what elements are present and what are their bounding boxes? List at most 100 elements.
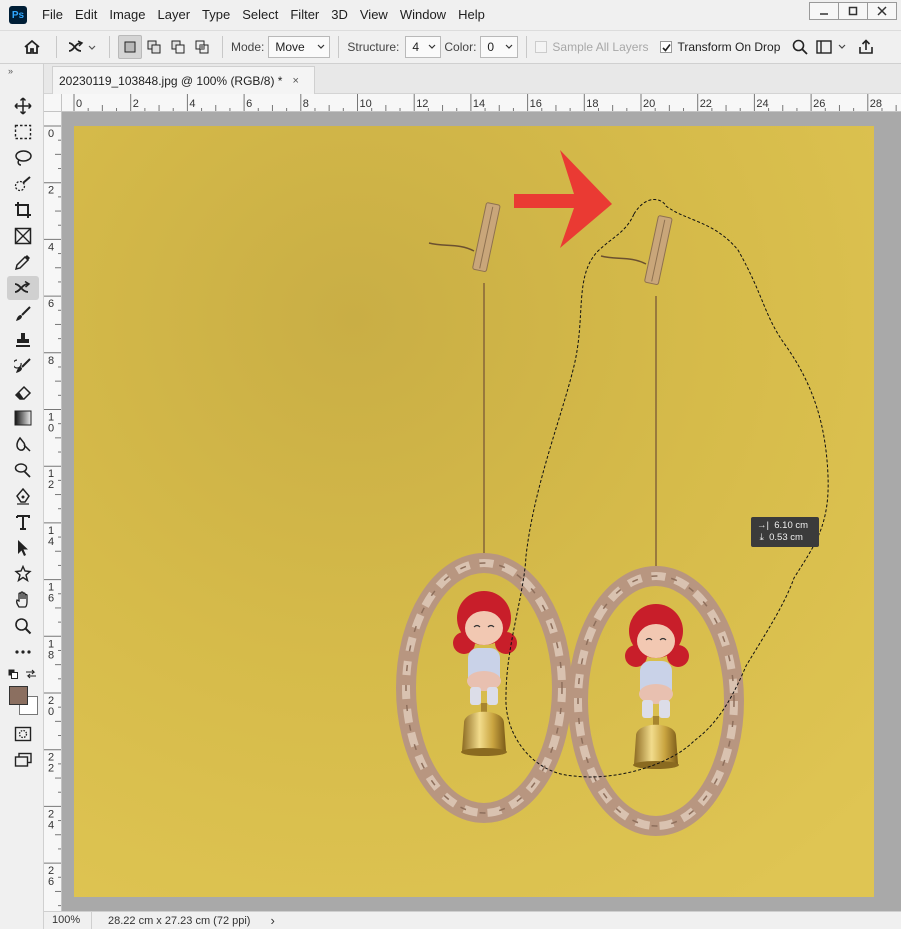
options-separator <box>338 36 340 58</box>
new-selection-button[interactable] <box>118 35 142 59</box>
color-select[interactable]: 0 <box>480 36 519 58</box>
add-selection-button[interactable] <box>142 35 166 59</box>
quick-mask-icon <box>14 726 32 742</box>
menu-select[interactable]: Select <box>236 0 284 30</box>
mode-select[interactable]: Move <box>268 36 331 58</box>
tool-quick-mask[interactable] <box>7 722 39 746</box>
horizontal-ruler-ticks: 0 2 4 6 8 10 12 14 16 18 20 22 24 26 28 <box>73 94 897 111</box>
quick-select-icon <box>14 176 31 192</box>
search-button[interactable] <box>788 35 812 59</box>
ruler-label: 26 <box>813 98 825 110</box>
hud-dx-value: 6.10 cm <box>774 520 809 531</box>
tool-crop[interactable] <box>7 198 39 222</box>
tool-history-brush[interactable] <box>7 354 39 378</box>
menu-type[interactable]: Type <box>196 0 236 30</box>
status-bar: 100% 28.22 cm x 27.23 cm (72 ppi) › <box>44 911 901 929</box>
menu-image[interactable]: Image <box>103 0 151 30</box>
type-icon <box>16 515 30 530</box>
tool-frame[interactable] <box>7 224 39 248</box>
tool-move[interactable] <box>7 94 39 118</box>
tool-gradient[interactable] <box>7 406 39 430</box>
tool-more[interactable] <box>7 640 39 664</box>
tool-brush[interactable] <box>7 302 39 326</box>
eyedropper-icon <box>14 255 30 271</box>
photoshop-logo-icon[interactable]: Ps <box>9 6 27 24</box>
home-button[interactable] <box>20 35 44 59</box>
document-size: 28.22 cm x 27.23 cm (72 ppi) <box>108 914 251 927</box>
menu-filter[interactable]: Filter <box>284 0 325 30</box>
transform-on-drop-label: Transform On Drop <box>677 40 781 54</box>
zoom-level-field[interactable]: 100% <box>44 912 92 929</box>
hand-icon <box>15 591 28 608</box>
collapse-panel-icon[interactable]: » <box>8 66 13 76</box>
chevron-down-icon <box>505 44 513 49</box>
tool-zoom[interactable] <box>7 614 39 638</box>
foreground-color-swatch[interactable] <box>9 686 28 705</box>
document-canvas[interactable]: →| 6.10 cm ⤓ 0.53 cm <box>74 126 874 897</box>
menu-3d[interactable]: 3D <box>325 0 354 30</box>
move-icon <box>14 97 32 115</box>
tool-blur[interactable] <box>7 432 39 456</box>
status-menu-arrow-icon[interactable]: › <box>270 913 274 928</box>
close-window-button[interactable] <box>867 2 897 20</box>
restore-button[interactable] <box>838 2 868 20</box>
crop-icon <box>15 202 31 218</box>
tool-lasso[interactable] <box>7 146 39 170</box>
horizontal-ruler[interactable]: 0 2 4 6 8 10 12 14 16 18 20 22 24 26 28 <box>62 94 901 112</box>
tool-path-select[interactable] <box>7 536 39 560</box>
menu-layer[interactable]: Layer <box>152 0 197 30</box>
default-colors-icon[interactable] <box>8 668 18 682</box>
eraser-icon <box>14 385 32 400</box>
tool-hand[interactable] <box>7 588 39 612</box>
color-value: 0 <box>487 40 495 54</box>
tool-content-aware-move[interactable] <box>7 276 39 300</box>
menu-view[interactable]: View <box>354 0 394 30</box>
ruler-origin[interactable] <box>44 94 62 112</box>
minimize-button[interactable] <box>809 2 839 20</box>
gradient-icon <box>14 410 32 426</box>
ruler-label: 14 <box>473 98 485 110</box>
chevron-down-icon <box>317 44 325 49</box>
new-selection-icon <box>124 41 136 53</box>
content-aware-move-icon <box>14 280 31 293</box>
ruler-label: 8 <box>48 649 54 661</box>
share-button[interactable] <box>854 35 878 59</box>
tool-dodge[interactable] <box>7 458 39 482</box>
sample-all-layers-checkbox[interactable] <box>535 41 548 53</box>
menu-help[interactable]: Help <box>452 0 491 30</box>
vertical-ruler[interactable]: 02468101214161820222426 <box>44 112 62 911</box>
ruler-label: 6 <box>48 593 54 605</box>
close-tab-icon[interactable]: × <box>292 75 298 87</box>
workspace-button[interactable] <box>812 35 852 59</box>
structure-select[interactable]: 4 <box>405 36 442 58</box>
search-icon <box>793 39 809 55</box>
tool-stamp[interactable] <box>7 328 39 352</box>
intersect-selection-button[interactable] <box>190 35 214 59</box>
tool-preset-picker[interactable] <box>65 35 101 59</box>
tool-eyedropper[interactable] <box>7 250 39 274</box>
swap-colors-icon[interactable] <box>25 668 37 682</box>
checkmark-icon <box>662 43 671 52</box>
tool-pen[interactable] <box>7 484 39 508</box>
transform-on-drop-checkbox[interactable] <box>660 41 673 53</box>
menu-file[interactable]: File <box>36 0 69 30</box>
tool-screen-mode[interactable] <box>7 748 39 772</box>
yellow-wall <box>74 126 874 897</box>
tool-quick-select[interactable] <box>7 172 39 196</box>
document-tab[interactable]: 20230119_103848.jpg @ 100% (RGB/8) * × <box>52 66 315 94</box>
path-select-icon <box>18 540 28 556</box>
menu-window[interactable]: Window <box>394 0 452 30</box>
menu-edit[interactable]: Edit <box>69 0 103 30</box>
tool-eraser[interactable] <box>7 380 39 404</box>
subtract-selection-button[interactable] <box>166 35 190 59</box>
tool-marquee[interactable] <box>7 120 39 144</box>
color-label: Color: <box>444 40 477 54</box>
ruler-label: 2 <box>133 98 139 110</box>
tool-shape[interactable] <box>7 562 39 586</box>
ruler-label: 6 <box>48 298 54 310</box>
canvas-area[interactable]: →| 6.10 cm ⤓ 0.53 cm <box>62 112 901 911</box>
content-aware-move-icon <box>68 40 96 52</box>
ruler-label: 2 <box>48 479 54 491</box>
brush-icon <box>16 306 31 321</box>
tool-type[interactable] <box>7 510 39 534</box>
